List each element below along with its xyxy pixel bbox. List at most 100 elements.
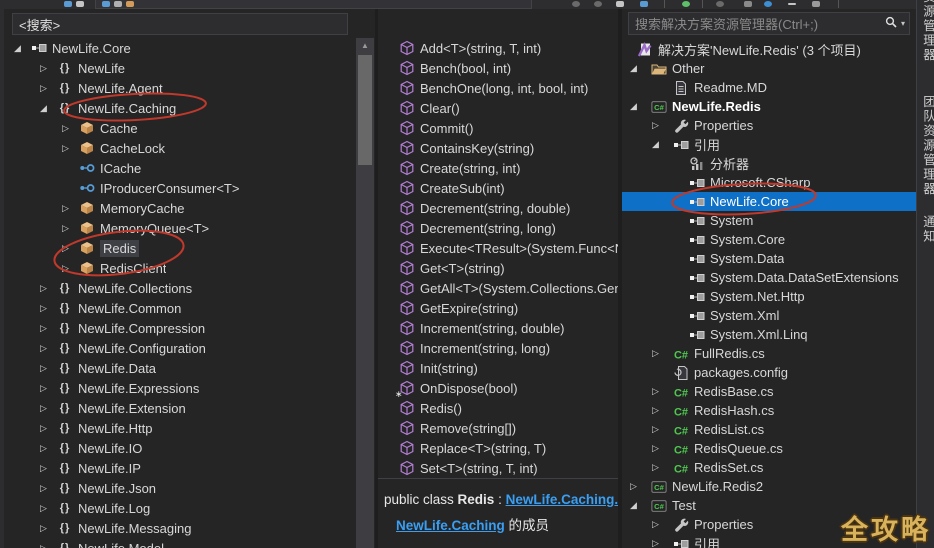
classview-item-newlife-ip[interactable]: ▷{}NewLife.IP [4,458,375,478]
member-item-execute-tresult-system-func-ne[interactable]: Execute<TResult>(System.Func<Ne [378,238,618,258]
collapsed-icon[interactable]: ▷ [652,405,672,416]
solution-item-system-xml[interactable]: System.Xml [622,306,916,325]
collapsed-icon[interactable]: ▷ [62,263,78,274]
collapsed-icon[interactable]: ▷ [40,323,56,334]
classview-item-memorycache[interactable]: ▷MemoryCache [4,198,375,218]
collapsed-icon[interactable]: ▷ [40,423,56,434]
collapsed-icon[interactable]: ▷ [630,481,650,492]
toolbar-icon[interactable] [76,1,84,7]
class-view-search-input[interactable]: <搜索> [12,13,348,35]
collapsed-icon[interactable]: ▷ [40,523,56,534]
member-item-clear[interactable]: Clear() [378,98,618,118]
solution-item-newlife-core[interactable]: NewLife.Core [622,192,916,211]
collapsed-icon[interactable]: ▷ [652,348,672,359]
solution-item-redisqueue-cs[interactable]: ▷C#RedisQueue.cs [622,439,916,458]
classview-item-newlife-compression[interactable]: ▷{}NewLife.Compression [4,318,375,338]
solution-item-system-data-datasetextensions[interactable]: System.Data.DataSetExtensions [622,268,916,287]
classview-item-newlife-http[interactable]: ▷{}NewLife.Http [4,418,375,438]
solution-item-redisset-cs[interactable]: ▷C#RedisSet.cs [622,458,916,477]
solution-item-system-core[interactable]: System.Core [622,230,916,249]
collapsed-icon[interactable]: ▷ [62,243,78,254]
classview-item-newlife-core[interactable]: ◢NewLife.Core [4,38,375,58]
expanded-icon[interactable]: ◢ [630,500,650,511]
toolbar-icon[interactable] [64,1,72,7]
member-item-remove-string[interactable]: Remove(string[]) [378,418,618,438]
collapsed-icon[interactable]: ▷ [40,63,56,74]
member-item-getexpire-string[interactable]: GetExpire(string) [378,298,618,318]
member-item-set-t-string-t-int[interactable]: Set<T>(string, T, int) [378,458,618,478]
classview-item-redisclient[interactable]: ▷RedisClient [4,258,375,278]
solution-item-newlife-redis[interactable]: ◢C#NewLife.Redis [622,97,916,116]
solution-item-system-xml-linq[interactable]: System.Xml.Linq [622,325,916,344]
solution-search-input[interactable]: 搜索解决方案资源管理器(Ctrl+;) ▾ [628,12,910,35]
classview-item-newlife[interactable]: ▷{}NewLife [4,58,375,78]
member-item-get-t-string[interactable]: Get<T>(string) [378,258,618,278]
collapsed-icon[interactable]: ▷ [652,443,672,454]
member-item-add-t-string-t-int[interactable]: Add<T>(string, T, int) [378,38,618,58]
member-item-redis[interactable]: Redis() [378,398,618,418]
collapsed-icon[interactable]: ▷ [652,120,672,131]
classview-item-memoryqueue-t[interactable]: ▷MemoryQueue<T> [4,218,375,238]
classview-item-cache[interactable]: ▷Cache [4,118,375,138]
toolbar-icon[interactable] [716,1,724,7]
classview-item-newlife-common[interactable]: ▷{}NewLife.Common [4,298,375,318]
member-item-decrement-string-double[interactable]: Decrement(string, double) [378,198,618,218]
solution-item-system[interactable]: System [622,211,916,230]
expanded-icon[interactable]: ◢ [14,43,30,54]
solution-item-item[interactable]: ◢引用 [622,135,916,154]
solution-item-system-net-http[interactable]: System.Net.Http [622,287,916,306]
toolbar-icon[interactable] [764,1,772,7]
solution-item-item[interactable]: 分析器 [622,154,916,173]
member-item-create-string-int[interactable]: Create(string, int) [378,158,618,178]
solution-item-redishash-cs[interactable]: ▷C#RedisHash.cs [622,401,916,420]
base-type-link[interactable]: NewLife.Caching. [506,492,618,507]
collapsed-icon[interactable]: ▷ [40,383,56,394]
solution-item-redislist-cs[interactable]: ▷C#RedisList.cs [622,420,916,439]
classview-item-iproducerconsumer-t[interactable]: IProducerConsumer<T> [4,178,375,198]
member-item-getall-t-system-collections-gene[interactable]: GetAll<T>(System.Collections.Gene [378,278,618,298]
member-item-decrement-string-long[interactable]: Decrement(string, long) [378,218,618,238]
toolbar-icon[interactable] [744,1,752,7]
scrollbar-thumb[interactable] [358,55,372,165]
member-item-bench-bool-int[interactable]: Bench(bool, int) [378,58,618,78]
expanded-icon[interactable]: ◢ [652,139,672,150]
solution-item-readme-md[interactable]: Readme.MD [622,78,916,97]
classview-item-newlife-io[interactable]: ▷{}NewLife.IO [4,438,375,458]
classview-item-newlife-json[interactable]: ▷{}NewLife.Json [4,478,375,498]
tab-notifications[interactable]: 通知 [919,215,934,244]
classview-item-redis[interactable]: ▷Redis [4,238,375,258]
collapsed-icon[interactable]: ▷ [40,283,56,294]
classview-item-icache[interactable]: ICache [4,158,375,178]
collapsed-icon[interactable]: ▷ [652,538,672,548]
collapsed-icon[interactable]: ▷ [652,519,672,530]
member-item-ondispose-bool[interactable]: ∗OnDispose(bool) [378,378,618,398]
solution-item-fullredis-cs[interactable]: ▷C#FullRedis.cs [622,344,916,363]
solution-item-packages-config[interactable]: packages.config [622,363,916,382]
toolbar-icon[interactable] [788,3,796,5]
member-item-commit[interactable]: Commit() [378,118,618,138]
collapsed-icon[interactable]: ▷ [40,303,56,314]
collapsed-icon[interactable]: ▷ [40,463,56,474]
collapsed-icon[interactable]: ▷ [652,424,672,435]
collapsed-icon[interactable]: ▷ [62,123,78,134]
scroll-up-icon[interactable]: ▲ [356,38,374,52]
classview-item-cachelock[interactable]: ▷CacheLock [4,138,375,158]
classview-item-newlife-data[interactable]: ▷{}NewLife.Data [4,358,375,378]
toolbar-icon[interactable] [594,1,602,7]
member-item-replace-t-string-t[interactable]: Replace<T>(string, T) [378,438,618,458]
solution-item-other[interactable]: ◢Other [622,59,916,78]
collapsed-icon[interactable]: ▷ [40,363,56,374]
tab-resource-manager[interactable]: 资源管理器 [919,0,934,63]
collapsed-icon[interactable]: ▷ [40,443,56,454]
classview-item-newlife-configuration[interactable]: ▷{}NewLife.Configuration [4,338,375,358]
toolbar-icon[interactable] [640,1,648,7]
classview-item-newlife-extension[interactable]: ▷{}NewLife.Extension [4,398,375,418]
search-options-caret-icon[interactable]: ▾ [901,19,905,28]
class-view-scrollbar[interactable]: ▲ [356,38,374,548]
collapsed-icon[interactable]: ▷ [40,543,56,548]
collapsed-icon[interactable]: ▷ [40,483,56,494]
tab-team-explorer[interactable]: 团队资源管理器 [919,95,934,197]
collapsed-icon[interactable]: ▷ [40,503,56,514]
classview-item-newlife-messaging[interactable]: ▷{}NewLife.Messaging [4,518,375,538]
classview-item-newlife-collections[interactable]: ▷{}NewLife.Collections [4,278,375,298]
